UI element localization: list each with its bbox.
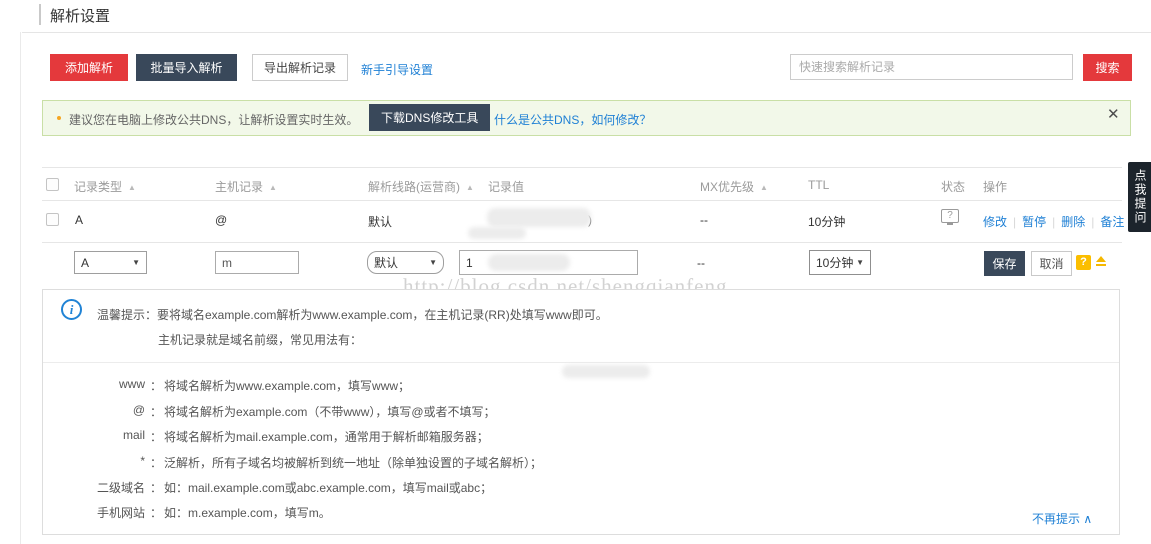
pause-link[interactable]: 暂停 — [1022, 213, 1046, 230]
redaction-blur — [488, 254, 570, 271]
guide-settings-link[interactable]: 新手引导设置 — [361, 61, 433, 78]
header-divider — [22, 32, 1151, 33]
column-header-value: 记录值 — [488, 178, 524, 195]
sort-asc-icon: ▲ — [269, 183, 277, 192]
page-title: 解析设置 — [50, 5, 110, 26]
batch-import-button[interactable]: 批量导入解析 — [136, 54, 237, 81]
search-input[interactable] — [790, 54, 1073, 80]
redaction-blur — [562, 365, 650, 378]
save-button[interactable]: 保存 — [984, 251, 1025, 276]
column-header-action: 操作 — [983, 178, 1007, 195]
column-header-status: 状态 — [941, 178, 965, 195]
table-row-border — [42, 242, 1122, 243]
cell-mx: -- — [700, 213, 708, 227]
close-icon[interactable]: ✕ — [1107, 105, 1120, 123]
cancel-button[interactable]: 取消 — [1031, 251, 1072, 276]
row-actions: 修改 | 暂停 | 删除 | 备注 — [983, 213, 1124, 230]
cell-ttl: 10分钟 — [808, 213, 845, 230]
bullet-icon — [57, 116, 61, 120]
chevron-down-icon: ▼ — [132, 258, 140, 267]
select-all-checkbox[interactable] — [46, 178, 59, 191]
help-icon[interactable]: ? — [1076, 255, 1091, 270]
host-record-input[interactable] — [215, 251, 299, 274]
tip-item-mobile: 手机网站：如：m.example.com，填写m。 — [40, 504, 331, 521]
column-header-ttl: TTL — [808, 178, 829, 192]
status-monitor-icon[interactable]: ? — [941, 209, 959, 223]
search-button[interactable]: 搜索 — [1083, 54, 1132, 81]
tip-item-subdomain: 二级域名：如：mail.example.com或abc.example.com，… — [40, 479, 492, 496]
dns-settings-page: 解析设置 添加解析 批量导入解析 导出解析记录 新手引导设置 搜索 建议您在电脑… — [0, 0, 1151, 544]
tip-item-wildcard: *：泛解析，所有子域名均被解析到统一地址（除单独设置的子域名解析）； — [40, 454, 542, 471]
ask-question-tab[interactable]: 点我提问 — [1128, 162, 1151, 232]
column-header-line[interactable]: 解析线路(运营商)▲ — [368, 178, 474, 195]
tip-divider — [43, 362, 1119, 363]
sort-asc-icon: ▲ — [760, 183, 768, 192]
action-separator: | — [1052, 215, 1055, 229]
chevron-down-icon: ▼ — [429, 258, 437, 267]
export-records-button[interactable]: 导出解析记录 — [252, 54, 348, 81]
cell-line: 默认 — [368, 213, 392, 230]
tip-item-at: @：将域名解析为example.com（不带www），填写@或者不填写； — [40, 403, 496, 420]
what-is-public-dns-link[interactable]: 什么是公共DNS，如何修改？ — [494, 111, 651, 128]
record-type-select[interactable]: A ▼ — [74, 251, 147, 274]
column-header-type[interactable]: 记录类型▲ — [74, 178, 136, 195]
cell-record-type: A — [75, 213, 83, 227]
sort-asc-icon: ▲ — [128, 183, 136, 192]
collapse-icon[interactable] — [1096, 256, 1106, 266]
notice-text: 建议您在电脑上修改公共DNS，让解析设置实时生效。 — [69, 111, 358, 128]
sort-asc-icon: ▲ — [466, 183, 474, 192]
redaction-blur — [487, 208, 591, 227]
table-header-border — [42, 200, 1122, 201]
delete-link[interactable]: 删除 — [1061, 213, 1085, 230]
tip-item-www: www：将域名解析为www.example.com，填写www； — [40, 377, 410, 394]
tip-title: 温馨提示：要将域名example.com解析为www.example.com，在… — [97, 306, 608, 323]
column-header-mx[interactable]: MX优先级▲ — [700, 178, 768, 195]
add-record-button[interactable]: 添加解析 — [50, 54, 128, 81]
tip-subtitle: 主机记录就是域名前缀，常见用法有： — [158, 331, 362, 348]
modify-link[interactable]: 修改 — [983, 213, 1007, 230]
action-separator: | — [1091, 215, 1094, 229]
remark-link[interactable]: 备注 — [1100, 213, 1124, 230]
info-icon: i — [61, 299, 82, 320]
column-header-host[interactable]: 主机记录▲ — [215, 178, 277, 195]
dismiss-tips-link[interactable]: 不再提示 ∧ — [1032, 510, 1092, 527]
redaction-blur — [468, 227, 526, 239]
action-separator: | — [1013, 215, 1016, 229]
chevron-down-icon: ▼ — [856, 258, 864, 267]
download-dns-tool-button[interactable]: 下载DNS修改工具 — [369, 104, 490, 131]
ttl-select[interactable]: 10分钟 ▼ — [809, 250, 871, 275]
content-left-border — [20, 32, 21, 544]
cell-host-record: @ — [215, 213, 227, 227]
title-divider — [39, 4, 41, 25]
line-select[interactable]: 默认 ▼ — [367, 251, 444, 274]
edit-mx-value: -- — [697, 256, 705, 270]
table-top-border — [42, 167, 1122, 168]
tip-item-mail: mail：将域名解析为mail.example.com，通常用于解析邮箱服务器； — [40, 428, 489, 445]
row-checkbox[interactable] — [46, 213, 59, 226]
